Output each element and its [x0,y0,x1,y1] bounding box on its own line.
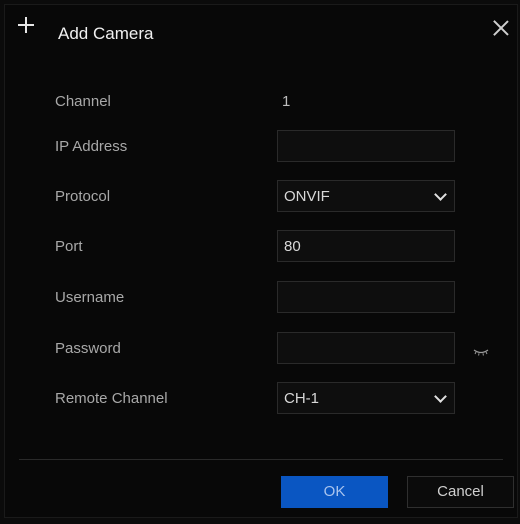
password-input[interactable] [277,332,455,364]
ip-address-input[interactable] [277,130,455,162]
protocol-row: Protocol ONVIF [5,180,517,214]
ip-address-row: IP Address [5,130,517,164]
chevron-down-icon [434,188,447,201]
channel-row: Channel 1 [5,85,517,119]
port-input[interactable]: 80 [277,230,455,262]
title-bar: Add Camera [5,5,517,55]
port-row: Port 80 [5,230,517,264]
channel-value: 1 [282,93,291,110]
channel-label: Channel [55,93,111,110]
remote-channel-value: CH-1 [284,390,320,407]
password-row: Password [5,332,517,366]
username-row: Username [5,281,517,315]
remote-channel-select[interactable]: CH-1 [277,382,455,414]
protocol-label: Protocol [55,188,111,205]
add-camera-dialog: Add Camera Channel 1 IP Address Protocol… [4,4,518,518]
footer-divider [19,459,503,460]
remote-channel-label: Remote Channel [55,390,168,407]
dialog-title: Add Camera [58,24,154,43]
plus-icon [17,16,35,34]
password-label: Password [55,340,121,357]
chevron-down-icon [434,390,447,403]
ok-button[interactable]: OK [281,476,388,508]
remote-channel-row: Remote Channel CH-1 [5,382,517,416]
eye-icon[interactable] [473,344,489,356]
protocol-value: ONVIF [284,188,330,205]
cancel-button[interactable]: Cancel [407,476,514,508]
port-label: Port [55,238,83,255]
username-input[interactable] [277,281,455,313]
protocol-select[interactable]: ONVIF [277,180,455,212]
ip-address-label: IP Address [55,138,128,155]
username-label: Username [55,289,125,306]
close-icon[interactable] [491,18,511,38]
port-value: 80 [284,238,301,255]
